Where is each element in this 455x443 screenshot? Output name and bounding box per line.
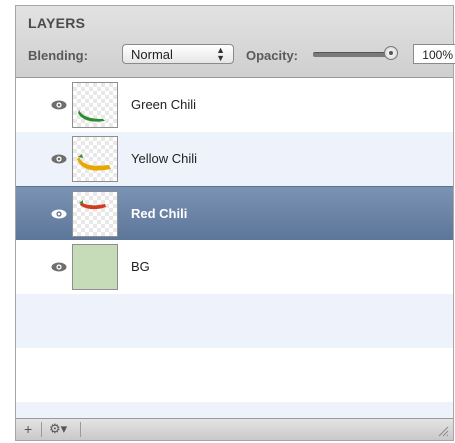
chili-icon <box>79 200 106 210</box>
opacity-value: 100% <box>422 48 453 62</box>
layer-name: Yellow Chili <box>131 151 197 166</box>
opacity-slider-knob[interactable] <box>384 46 398 60</box>
layer-name: Red Chili <box>131 206 188 221</box>
resize-handle-icon[interactable] <box>437 425 449 437</box>
opacity-field[interactable]: 100% <box>413 44 455 64</box>
layer-row-bg[interactable]: BG <box>16 240 453 294</box>
panel-footer: + ⚙▾ <box>16 418 453 440</box>
chili-icon <box>78 110 105 122</box>
layer-thumbnail-yellow-chili <box>72 136 118 182</box>
empty-row <box>16 294 453 348</box>
divider <box>80 422 81 437</box>
add-layer-icon[interactable]: + <box>24 421 32 437</box>
blend-opacity-controls: Blending: Normal ▲ ▼ Opacity: 100% <box>28 44 455 68</box>
layer-thumbnail-bg <box>72 244 118 290</box>
layer-name: Green Chili <box>131 97 197 112</box>
layer-list: Green Chili Yellow Chili Red Chili BG <box>16 78 453 420</box>
layer-thumbnail-red-chili <box>72 191 118 237</box>
layers-panel: LAYERS Blending: Normal ▲ ▼ Opacity: 100% <box>15 5 455 441</box>
layer-row-green-chili[interactable]: Green Chili <box>16 78 453 132</box>
layer-row-yellow-chili[interactable]: Yellow Chili <box>16 132 453 186</box>
eye-icon[interactable] <box>51 209 67 219</box>
gear-menu-icon[interactable]: ⚙▾ <box>49 421 67 437</box>
panel-title: LAYERS <box>28 15 86 31</box>
layer-row-red-chili[interactable]: Red Chili <box>16 186 453 240</box>
opacity-label: Opacity: <box>246 48 299 63</box>
opacity-slider-track <box>313 52 391 57</box>
blending-label: Blending: <box>28 48 88 63</box>
opacity-slider[interactable] <box>313 46 399 62</box>
eye-icon[interactable] <box>51 262 67 272</box>
eye-icon[interactable] <box>51 154 67 164</box>
divider <box>41 422 42 437</box>
select-arrows-icon: ▲ ▼ <box>216 45 225 63</box>
empty-row <box>16 348 453 402</box>
eye-icon[interactable] <box>51 100 67 110</box>
blending-select[interactable]: Normal ▲ ▼ <box>122 44 234 64</box>
layer-thumbnail-green-chili <box>72 82 118 128</box>
blending-value: Normal <box>131 47 173 62</box>
chili-icon <box>77 154 111 171</box>
panel-header: LAYERS Blending: Normal ▲ ▼ Opacity: 100% <box>16 6 455 78</box>
layer-name: BG <box>131 259 150 274</box>
